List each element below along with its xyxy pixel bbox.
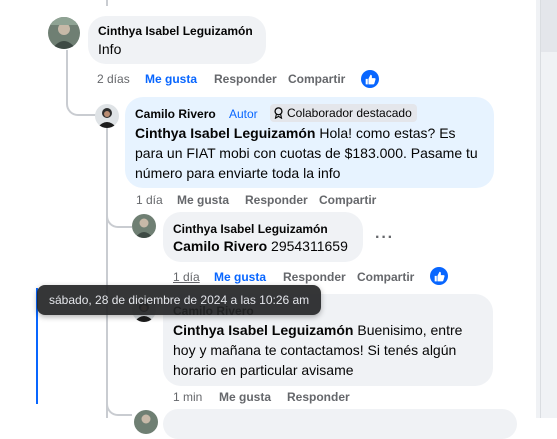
like-reaction-icon[interactable]: [430, 267, 448, 285]
avatar-image-icon: [132, 214, 156, 238]
comment-author[interactable]: Camilo Rivero: [135, 107, 216, 121]
scrollbar-track[interactable]: [541, 0, 557, 52]
avatar-image-icon: [134, 410, 158, 434]
avatar-image-icon: [48, 17, 80, 49]
share-button[interactable]: Compartir: [319, 193, 376, 207]
avatar-image-icon: [95, 104, 119, 128]
comment-bubble[interactable]: Camilo Rivero Autor Colaborador destacad…: [125, 97, 494, 188]
mention-link[interactable]: Cinthya Isabel Leguizamón: [135, 125, 315, 141]
thread-curve: [66, 96, 96, 116]
badge-icon: [274, 107, 283, 119]
comment-bubble[interactable]: Cinthya Isabel Leguizamón Info: [88, 16, 266, 64]
thread-line: [106, 128, 108, 418]
comment-author[interactable]: Cinthya Isabel Leguizamón: [173, 222, 328, 236]
like-button[interactable]: Me gusta: [177, 193, 229, 207]
comment-timestamp[interactable]: 1 día: [136, 193, 163, 207]
like-button[interactable]: Me gusta: [145, 72, 197, 86]
divider: [540, 0, 541, 418]
like-button[interactable]: Me gusta: [214, 270, 266, 284]
reply-button[interactable]: Responder: [245, 193, 308, 207]
reply-button[interactable]: Responder: [214, 72, 277, 86]
thread-line-top: [106, 0, 108, 6]
thumbs-up-icon: [365, 74, 376, 84]
comment-text: Cinthya Isabel Leguizamón Buenisimo, ent…: [173, 320, 485, 380]
avatar[interactable]: [132, 214, 156, 238]
comment-timestamp[interactable]: 1 día: [173, 270, 200, 284]
comment-text: Info: [98, 41, 122, 57]
timestamp-tooltip: sábado, 28 de diciembre de 2024 a las 10…: [37, 285, 322, 315]
reply-button[interactable]: Responder: [287, 390, 350, 404]
comment-text: Cinthya Isabel Leguizamón Hola! como est…: [135, 123, 487, 183]
avatar[interactable]: [48, 17, 80, 49]
avatar[interactable]: [134, 410, 158, 434]
more-options-button[interactable]: ···: [375, 229, 394, 247]
thumbs-up-icon: [434, 271, 445, 281]
like-reaction-icon[interactable]: [361, 70, 379, 88]
badge-label: Colaborador destacado: [287, 106, 412, 120]
comment-timestamp[interactable]: 1 min: [173, 390, 202, 404]
share-button[interactable]: Compartir: [288, 72, 345, 86]
comment-body: 2954311659: [267, 238, 348, 254]
share-button[interactable]: Compartir: [357, 270, 414, 284]
author-tag: Autor: [229, 107, 258, 121]
reply-button[interactable]: Responder: [283, 270, 346, 284]
mention-link[interactable]: Cinthya Isabel Leguizamón: [173, 322, 353, 338]
comment-timestamp[interactable]: 2 días: [97, 72, 130, 86]
avatar[interactable]: [95, 104, 119, 128]
comment-bubble[interactable]: Cinthya Isabel Leguizamón Camilo Rivero …: [163, 212, 363, 262]
comment-bubble[interactable]: [163, 409, 517, 439]
comment-text: Camilo Rivero 2954311659: [173, 236, 348, 256]
mention-link[interactable]: Camilo Rivero: [173, 238, 267, 254]
thread-curve: [106, 388, 132, 416]
top-contributor-badge[interactable]: Colaborador destacado: [270, 104, 417, 122]
comment-author[interactable]: Cinthya Isabel Leguizamón: [98, 24, 253, 38]
like-button[interactable]: Me gusta: [219, 390, 271, 404]
thread-curve: [106, 208, 132, 228]
